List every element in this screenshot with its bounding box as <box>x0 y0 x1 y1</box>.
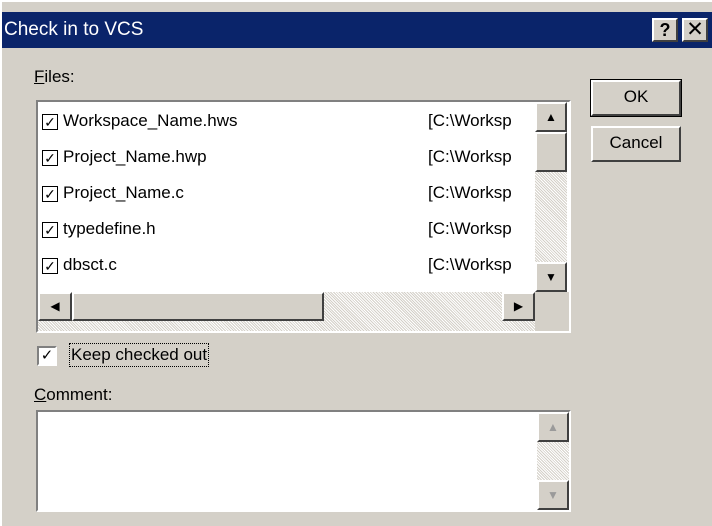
dialog-title: Check in to VCS <box>4 19 144 40</box>
files-label: Files: <box>34 66 75 88</box>
cancel-button[interactable]: Cancel <box>591 126 681 162</box>
list-item[interactable]: ✓ typedefine.h [C:\Worksp <box>38 214 535 244</box>
scroll-left-button[interactable]: ◀ <box>38 292 72 321</box>
files-horizontal-scrollbar[interactable]: ◀ ▶ <box>38 292 535 331</box>
list-item[interactable]: ✓ Project_Name.hwp [C:\Worksp <box>38 142 535 172</box>
arrow-right-icon: ▶ <box>513 299 524 313</box>
files-vertical-scrollbar[interactable]: ▲ ▼ <box>535 102 567 292</box>
keep-checked-out-label[interactable]: Keep checked out <box>68 343 210 367</box>
files-listbox[interactable]: ✓ Workspace_Name.hws [C:\Worksp ✓ Projec… <box>36 100 571 333</box>
files-label-accesskey: F <box>34 67 45 86</box>
file-path: [C:\Worksp <box>428 147 512 166</box>
list-item[interactable]: ✓ dbsct.c [C:\Worksp <box>38 250 535 280</box>
file-path: [C:\Worksp <box>428 255 512 274</box>
arrow-down-icon: ▼ <box>547 488 559 502</box>
list-item[interactable]: ✓ Project_Name.c [C:\Worksp <box>38 178 535 208</box>
horizontal-scroll-thumb[interactable] <box>72 292 324 321</box>
file-name: Workspace_Name.hws <box>63 111 238 130</box>
comment-label-rest: omment: <box>46 385 113 404</box>
scrollbar-corner <box>535 292 569 331</box>
check-in-dialog: Check in to VCS ? ✕ Files: ✓ Workspace_N… <box>0 0 712 526</box>
close-button[interactable]: ✕ <box>682 18 708 42</box>
comment-label: Comment: <box>34 384 112 406</box>
title-bar: Check in to VCS ? ✕ <box>2 12 712 48</box>
vertical-scroll-thumb[interactable] <box>535 132 567 172</box>
files-list: ✓ Workspace_Name.hws [C:\Worksp ✓ Projec… <box>38 102 535 292</box>
file-checkbox[interactable]: ✓ <box>42 150 58 166</box>
arrow-left-icon: ◀ <box>50 299 60 313</box>
ok-button[interactable]: OK <box>590 79 682 117</box>
list-item[interactable]: ✓ Workspace_Name.hws [C:\Worksp <box>38 106 535 136</box>
comment-scroll-up-button[interactable]: ▲ <box>537 412 569 442</box>
file-checkbox[interactable]: ✓ <box>42 222 58 238</box>
arrow-up-icon: ▲ <box>547 420 559 434</box>
file-path: [C:\Worksp <box>428 219 512 238</box>
file-name: Project_Name.c <box>63 183 184 202</box>
scroll-down-button[interactable]: ▼ <box>535 262 567 292</box>
help-button[interactable]: ? <box>652 18 678 42</box>
file-path: [C:\Worksp <box>428 183 512 202</box>
file-name: typedefine.h <box>63 219 156 238</box>
arrow-up-icon: ▲ <box>545 110 557 124</box>
keep-checked-out-checkbox[interactable]: ✓ <box>37 346 57 366</box>
scroll-up-button[interactable]: ▲ <box>535 102 567 132</box>
file-checkbox[interactable]: ✓ <box>42 258 58 274</box>
file-checkbox[interactable]: ✓ <box>42 114 58 130</box>
file-path: [C:\Worksp <box>428 111 512 130</box>
comment-scroll-down-button[interactable]: ▼ <box>537 480 569 510</box>
comment-vertical-scrollbar[interactable]: ▲ ▼ <box>537 412 569 510</box>
comment-textarea[interactable]: ▲ ▼ <box>36 410 571 512</box>
comment-label-accesskey: C <box>34 385 47 404</box>
file-name: Project_Name.hwp <box>63 147 207 166</box>
file-checkbox[interactable]: ✓ <box>42 186 58 202</box>
scroll-right-button[interactable]: ▶ <box>502 292 535 321</box>
arrow-down-icon: ▼ <box>545 270 557 284</box>
file-name: dbsct.c <box>63 255 117 274</box>
files-label-rest: iles: <box>44 67 75 86</box>
